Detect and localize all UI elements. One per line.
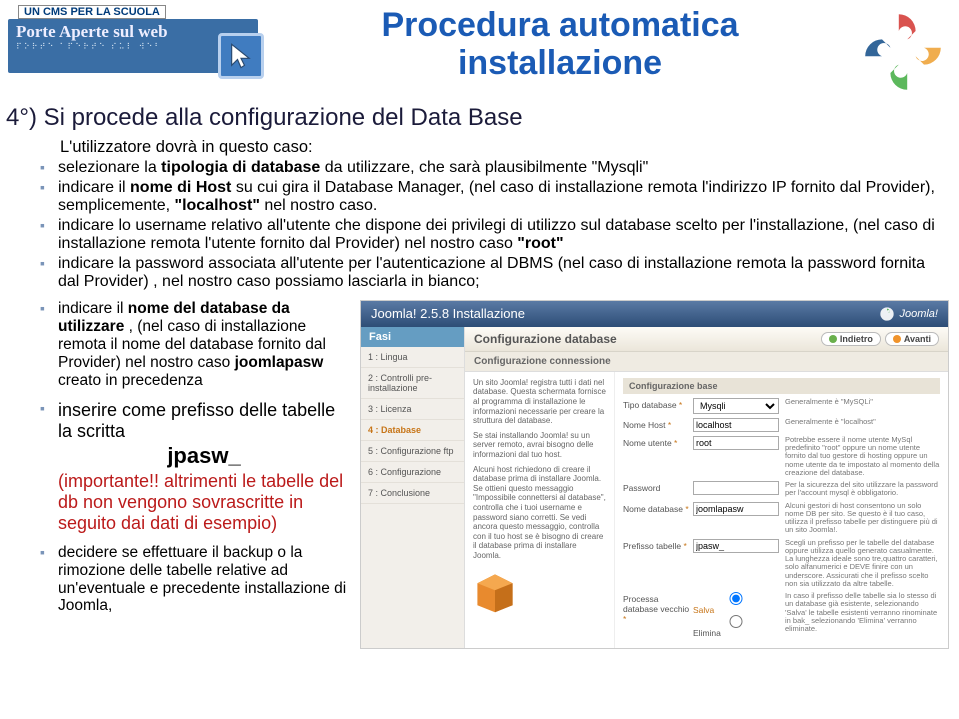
- radio-elimina[interactable]: Elimina: [693, 616, 782, 638]
- tipo-database-input[interactable]: Mysqli: [693, 398, 779, 414]
- connection-config-header: Configurazione connessione: [465, 352, 948, 372]
- bullet-item: indicare la password associata all'utent…: [34, 255, 949, 292]
- field-label: Password: [623, 481, 693, 493]
- field-label: Nome Host *: [623, 418, 693, 430]
- field-hint: Generalmente è "MySQLi": [779, 398, 940, 406]
- steps-sidebar: Fasi 1 : Lingua2 : Controlli pre-install…: [361, 327, 465, 648]
- header-banner: UN CMS PER LA SCUOLA Porte Aperte sul we…: [0, 0, 959, 100]
- installer-main: Configurazione database Indietro Avanti …: [465, 327, 948, 648]
- radio-salva-input[interactable]: [693, 592, 779, 605]
- radio-salva[interactable]: Salva: [693, 593, 782, 615]
- joomla-logo-icon: [861, 10, 945, 94]
- bullet-item: indicare lo username relativo all'utente…: [34, 217, 949, 254]
- steps-header: Fasi: [361, 327, 464, 347]
- step-item[interactable]: 6 : Configurazione: [361, 462, 464, 483]
- section-heading: 4°) Si procede alla configurazione del D…: [6, 104, 959, 132]
- process-old-db-radios: Salva Elimina: [693, 592, 779, 638]
- prefisso-tabelle-input[interactable]: [693, 539, 779, 553]
- bullet-prefix: inserire come prefisso delle tabelle la …: [34, 400, 350, 534]
- cms-logo: UN CMS PER LA SCUOLA Porte Aperte sul we…: [8, 2, 258, 73]
- step-item[interactable]: 1 : Lingua: [361, 347, 464, 368]
- cursor-icon: [218, 33, 264, 79]
- field-label: Prefisso tabelle *: [623, 539, 693, 551]
- back-icon: [829, 335, 837, 343]
- radio-elimina-input[interactable]: [693, 615, 779, 628]
- field-hint: Alcuni gestori di host consentono un sol…: [779, 502, 940, 535]
- step-item[interactable]: 2 : Controlli pre-installazione: [361, 368, 464, 399]
- base-config-header: Configurazione base: [623, 378, 940, 394]
- form-row: Nome utente * Potrebbe essere il nome ute…: [623, 436, 940, 477]
- password-input[interactable]: [693, 481, 779, 495]
- bullet-item: indicare il nome del database da utilizz…: [34, 300, 350, 390]
- back-button[interactable]: Indietro: [821, 332, 881, 346]
- form-row: Password Per la sicurezza del sito utiliz…: [623, 481, 940, 498]
- step-item[interactable]: 5 : Configurazione ftp: [361, 441, 464, 462]
- form-row: Nome Host * Generalmente è "localhost": [623, 418, 940, 432]
- next-button[interactable]: Avanti: [885, 332, 939, 346]
- installer-header: Joomla! 2.5.8 Installazione Joomla!: [361, 301, 948, 327]
- field-hint: Per la sicurezza del sito utilizzare la …: [779, 481, 940, 498]
- bullet-item: selezionare la tipologia di database da …: [34, 159, 949, 178]
- installer-title: Joomla! 2.5.8 Installazione: [371, 306, 525, 321]
- process-old-db-label: Processa database vecchio *: [623, 592, 693, 624]
- cms-brand-title: Porte Aperte sul web: [16, 22, 250, 42]
- bullet-item: indicare il nome di Host su cui gira il …: [34, 179, 949, 216]
- step-item[interactable]: 7 : Conclusione: [361, 483, 464, 504]
- nome-utente-input[interactable]: [693, 436, 779, 450]
- field-label: Nome utente *: [623, 436, 693, 448]
- form-row: Nome database * Alcuni gestori di host co…: [623, 502, 940, 535]
- nome-host-input[interactable]: [693, 418, 779, 432]
- field-label: Tipo database *: [623, 398, 693, 410]
- prefix-value: jpasw_: [58, 441, 350, 471]
- joomla-installer-screenshot: Joomla! 2.5.8 Installazione Joomla! Fasi…: [360, 300, 949, 649]
- field-hint: Potrebbe essere il nome utente MySql pre…: [779, 436, 940, 477]
- process-hint: In caso il prefisso delle tabelle sia lo…: [779, 592, 940, 633]
- form-row: Prefisso tabelle * Scegli un prefisso per…: [623, 539, 940, 589]
- main-panel-header: Configurazione database Indietro Avanti: [465, 327, 948, 352]
- database-box-icon: [473, 570, 517, 614]
- step-item[interactable]: 3 : Licenza: [361, 399, 464, 420]
- lower-section: indicare il nome del database da utilizz…: [28, 300, 949, 649]
- form-column: Configurazione base Tipo database *Mysql…: [615, 372, 948, 648]
- joomla-brand-mini: Joomla!: [879, 306, 938, 322]
- bullet-item: decidere se effettuare il backup o la ri…: [34, 544, 350, 616]
- step-item[interactable]: 4 : Database: [361, 420, 464, 441]
- content-area: L'utilizzatore dovrà in questo caso: sel…: [0, 138, 959, 649]
- left-column: indicare il nome del database da utilizz…: [28, 300, 360, 649]
- cms-brand-band: Porte Aperte sul web ⠏⠕⠗⠞⠑ ⠁⠏⠑⠗⠞⠑ ⠎⠥⠇ ⠺⠑…: [8, 19, 258, 73]
- braille-decoration: ⠏⠕⠗⠞⠑ ⠁⠏⠑⠗⠞⠑ ⠎⠥⠇ ⠺⠑⠃: [16, 42, 250, 51]
- field-label: Nome database *: [623, 502, 693, 514]
- form-row: Tipo database *MysqliGeneralmente è "MyS…: [623, 398, 940, 414]
- field-hint: Generalmente è "localhost": [779, 418, 940, 426]
- cms-tagline: UN CMS PER LA SCUOLA: [18, 5, 166, 19]
- info-column: Un sito Joomla! registra tutti i dati ne…: [465, 372, 615, 648]
- top-bullet-list: selezionare la tipologia di database da …: [34, 159, 949, 292]
- page-title: Procedura automaticainstallazione: [300, 6, 820, 82]
- field-hint: Scegli un prefisso per le tabelle del da…: [779, 539, 940, 589]
- intro-text: L'utilizzatore dovrà in questo caso:: [60, 138, 949, 157]
- nome-database-input[interactable]: [693, 502, 779, 516]
- important-note: (importante!! altrimenti le tabelle del …: [58, 471, 343, 533]
- next-icon: [893, 335, 901, 343]
